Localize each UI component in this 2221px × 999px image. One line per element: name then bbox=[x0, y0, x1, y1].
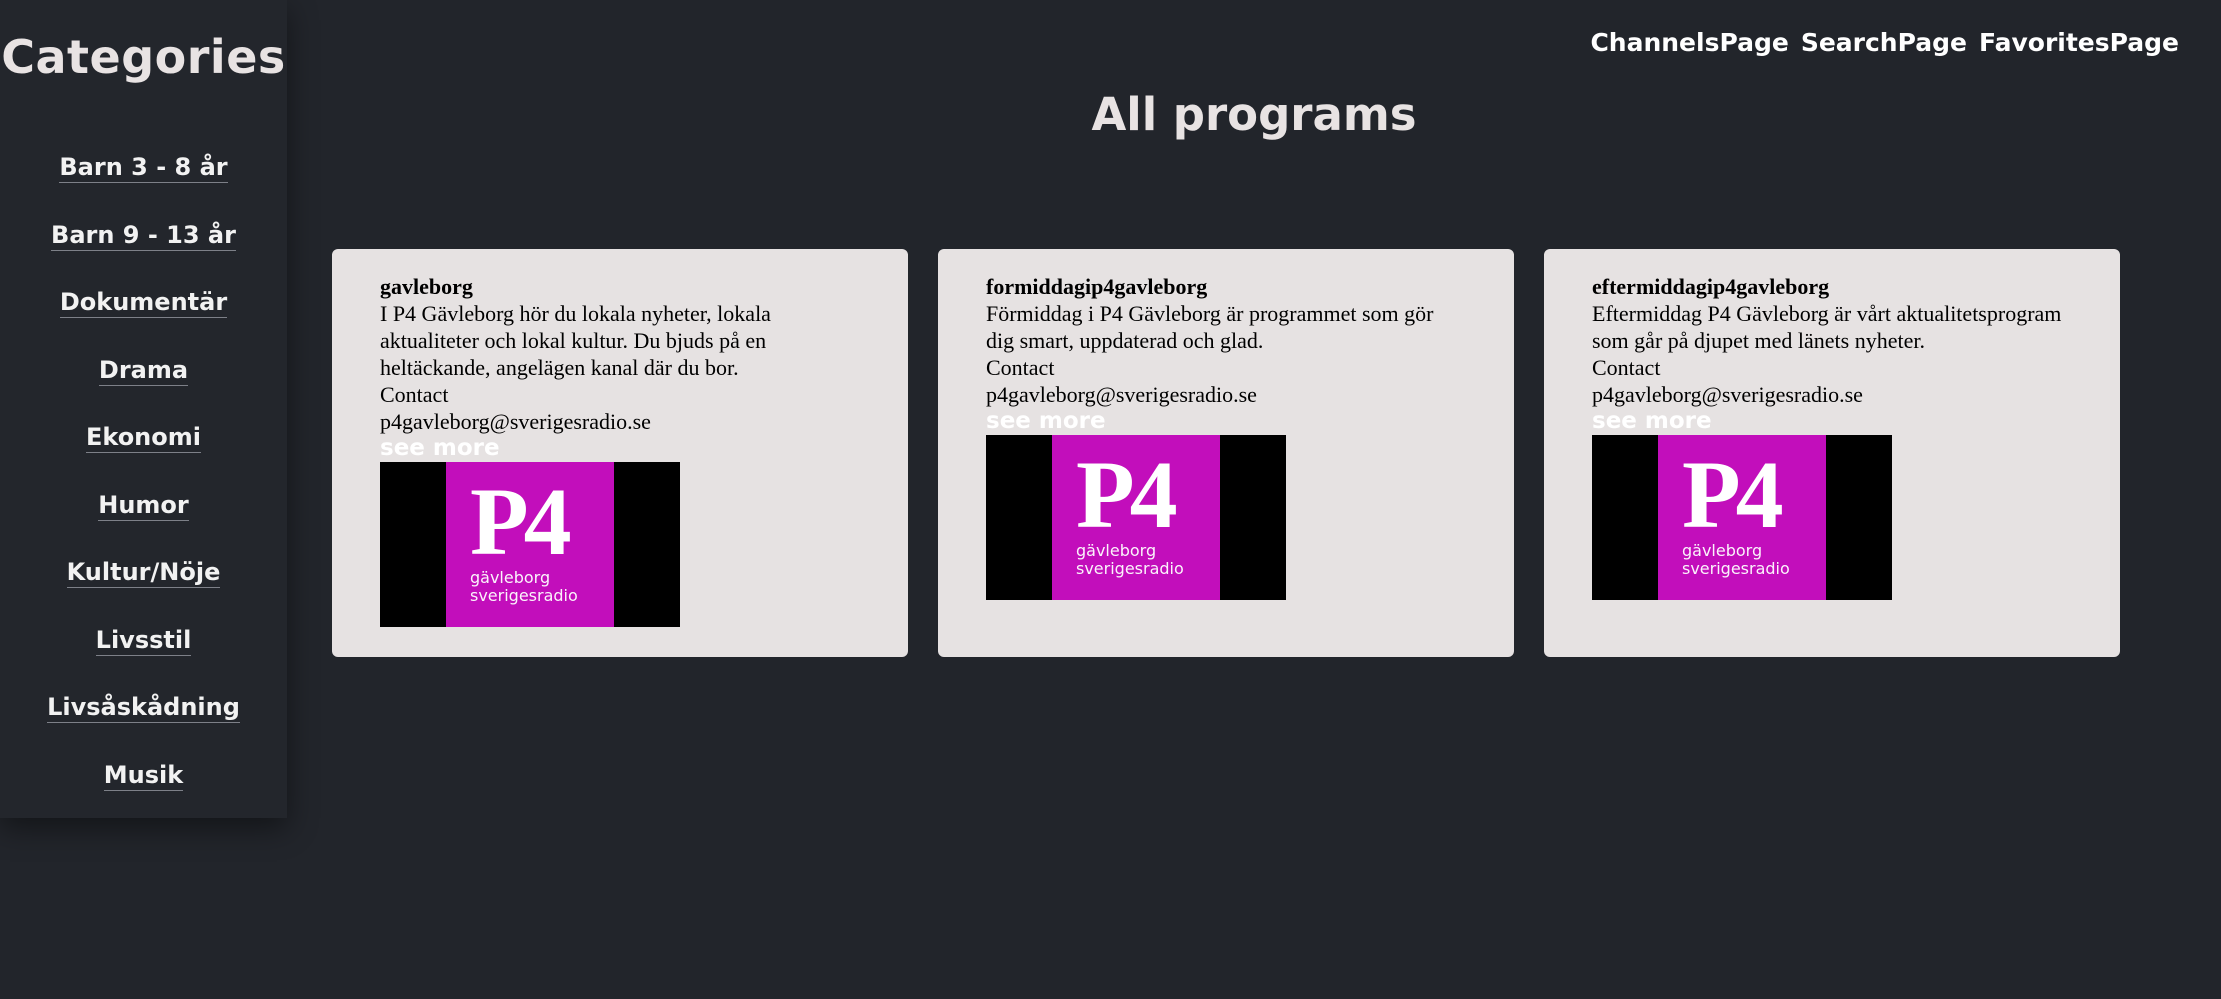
p4-logo: P4 gävleborg sverigesradio bbox=[1658, 435, 1826, 600]
p4-logo: P4 gävleborg sverigesradio bbox=[446, 462, 614, 627]
category-item: Drama bbox=[0, 352, 287, 420]
sidebar-title: Categories bbox=[1, 30, 286, 84]
p4-logo: P4 gävleborg sverigesradio bbox=[1052, 435, 1220, 600]
category-item: Livsåskådning bbox=[0, 689, 287, 757]
logo-mark: P4 bbox=[1682, 441, 1784, 548]
page-title: All programs bbox=[1091, 88, 1417, 141]
logo-region: gävleborg bbox=[1682, 541, 1763, 560]
category-item: Ekonomi bbox=[0, 419, 287, 487]
category-item: Barn 9 - 13 år bbox=[0, 217, 287, 285]
nav-search-link[interactable]: SearchPage bbox=[1801, 28, 1967, 57]
category-link-barn-9-13[interactable]: Barn 9 - 13 år bbox=[51, 220, 236, 251]
logo-region: gävleborg bbox=[470, 568, 551, 587]
logo-brand: sverigesradio bbox=[470, 586, 578, 605]
contact-email: p4gavleborg@sverigesradio.se bbox=[380, 409, 651, 434]
top-nav: ChannelsPage SearchPage FavoritesPage bbox=[1590, 28, 2179, 57]
program-image: P4 gävleborg sverigesradio bbox=[380, 462, 680, 627]
category-item: Humor bbox=[0, 487, 287, 555]
category-item: Dokumentär bbox=[0, 284, 287, 352]
program-description: Eftermiddag P4 Gävleborg är vårt aktuali… bbox=[1592, 301, 2062, 353]
contact-label: Contact bbox=[1592, 355, 1661, 380]
category-item: Kultur/Nöje bbox=[0, 554, 287, 622]
category-list: Barn 3 - 8 år Barn 9 - 13 år Dokumentär … bbox=[0, 149, 287, 824]
logo-brand: sverigesradio bbox=[1682, 559, 1790, 578]
program-card: eftermiddagip4gavleborg Eftermiddag P4 G… bbox=[1544, 249, 2120, 657]
category-link-dokumentar[interactable]: Dokumentär bbox=[59, 288, 228, 318]
program-name: gavleborg bbox=[380, 274, 473, 299]
contact-label: Contact bbox=[380, 382, 449, 407]
category-link-humor[interactable]: Humor bbox=[98, 490, 189, 521]
category-link-kultur-noje[interactable]: Kultur/Nöje bbox=[66, 558, 221, 588]
category-item: Barn 3 - 8 år bbox=[0, 149, 287, 217]
program-name: formiddagip4gavleborg bbox=[986, 274, 1208, 299]
program-card: gavleborg I P4 Gävleborg hör du lokala n… bbox=[332, 249, 908, 657]
contact-label: Contact bbox=[986, 355, 1055, 380]
nav-favorites-link[interactable]: FavoritesPage bbox=[1979, 28, 2179, 57]
contact-email: p4gavleborg@sverigesradio.se bbox=[1592, 382, 1863, 407]
logo-mark: P4 bbox=[1076, 441, 1178, 548]
category-link-ekonomi[interactable]: Ekonomi bbox=[85, 423, 201, 453]
see-more-link[interactable]: see more bbox=[1592, 408, 2120, 435]
logo-region: gävleborg bbox=[1076, 541, 1157, 560]
program-name: eftermiddagip4gavleborg bbox=[1592, 274, 1830, 299]
program-image: P4 gävleborg sverigesradio bbox=[986, 435, 1286, 600]
category-item: Livsstil bbox=[0, 622, 287, 690]
see-more-link[interactable]: see more bbox=[380, 435, 908, 462]
logo-mark: P4 bbox=[470, 468, 572, 575]
category-link-livsstil[interactable]: Livsstil bbox=[95, 625, 192, 656]
see-more-link[interactable]: see more bbox=[986, 408, 1514, 435]
categories-sidebar: Categories Barn 3 - 8 år Barn 9 - 13 år … bbox=[0, 0, 287, 818]
category-link-drama[interactable]: Drama bbox=[98, 355, 189, 386]
category-link-livsaskadning[interactable]: Livsåskådning bbox=[47, 693, 240, 723]
program-card: formiddagip4gavleborg Förmiddag i P4 Gäv… bbox=[938, 249, 1514, 657]
program-description: I P4 Gävleborg hör du lokala nyheter, lo… bbox=[380, 301, 771, 380]
contact-email: p4gavleborg@sverigesradio.se bbox=[986, 382, 1257, 407]
category-link-musik[interactable]: Musik bbox=[103, 760, 184, 791]
logo-brand: sverigesradio bbox=[1076, 559, 1184, 578]
nav-channels-link[interactable]: ChannelsPage bbox=[1590, 28, 1788, 57]
program-image: P4 gävleborg sverigesradio bbox=[1592, 435, 1892, 600]
category-link-barn-3-8[interactable]: Barn 3 - 8 år bbox=[59, 153, 228, 183]
category-item: Musik bbox=[0, 757, 287, 825]
program-description: Förmiddag i P4 Gävleborg är programmet s… bbox=[986, 301, 1434, 353]
